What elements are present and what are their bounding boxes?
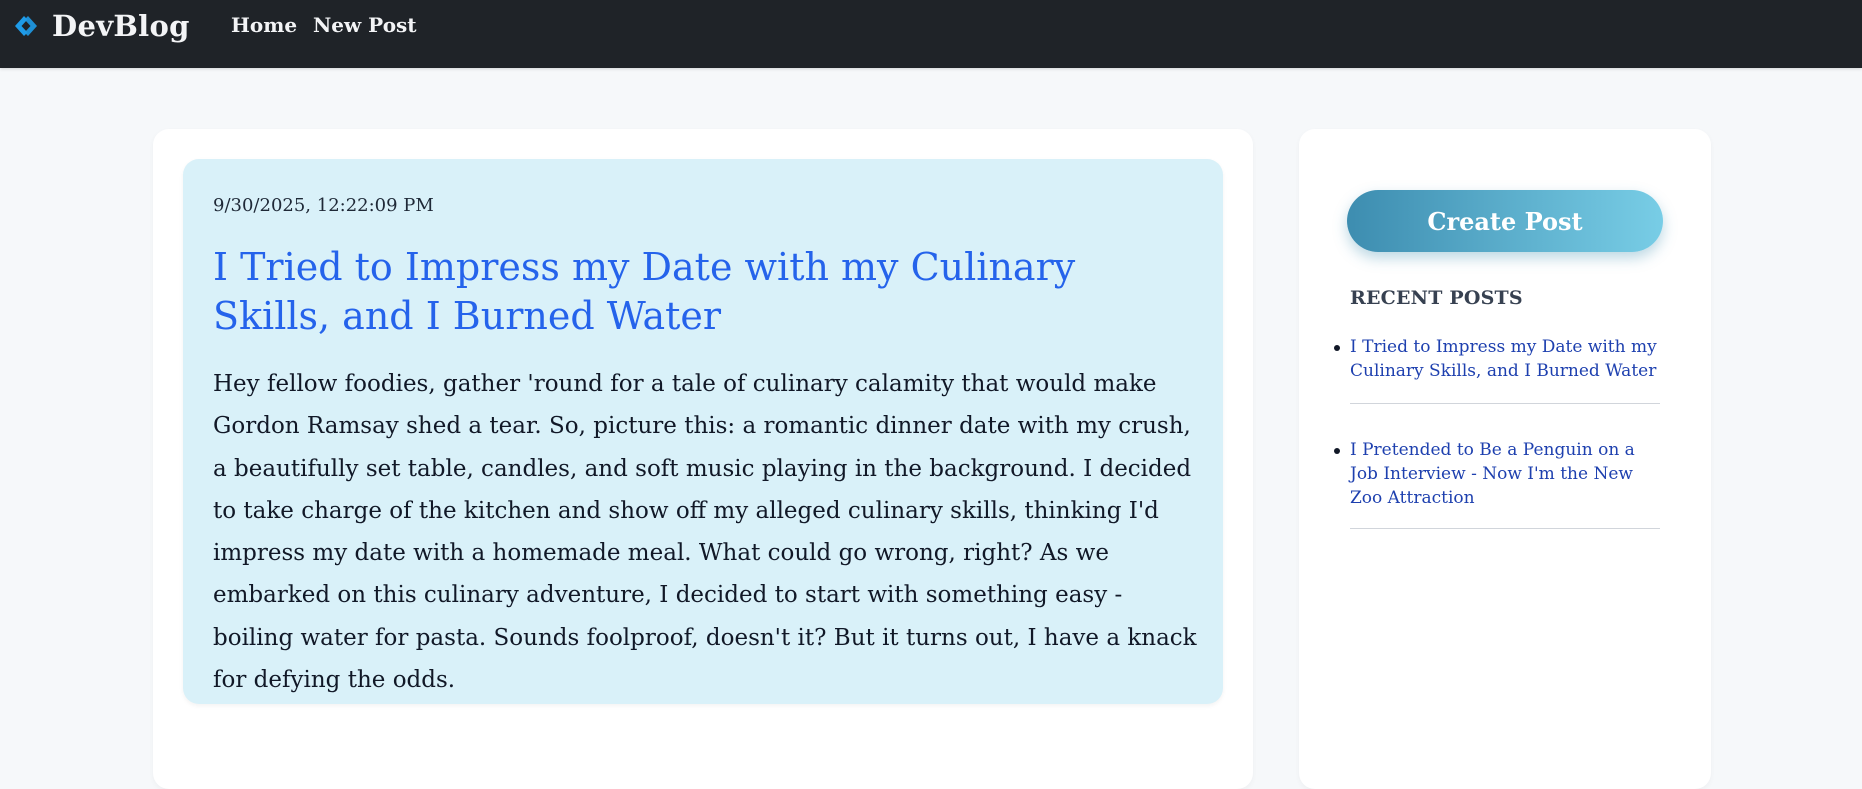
list-item: I Pretended to Be a Penguin on a Job Int… (1334, 438, 1660, 529)
post-title[interactable]: I Tried to Impress my Date with my Culin… (213, 243, 1193, 341)
post-date: 9/30/2025, 12:22:09 PM (213, 195, 434, 216)
recent-posts-list: I Tried to Impress my Date with my Culin… (1334, 335, 1660, 565)
recent-post-link[interactable]: I Pretended to Be a Penguin on a Job Int… (1350, 438, 1660, 510)
brand-name: DevBlog (52, 9, 190, 43)
recent-post-link[interactable]: I Tried to Impress my Date with my Culin… (1350, 335, 1660, 383)
code-chevrons-icon (15, 16, 37, 36)
navbar: DevBlog Home New Post (0, 0, 1862, 68)
recent-posts-heading: RECENT POSTS (1350, 287, 1523, 309)
nav-link-new-post[interactable]: New Post (313, 13, 417, 37)
main-content-card: 9/30/2025, 12:22:09 PM I Tried to Impres… (153, 129, 1253, 789)
nav-link-home[interactable]: Home (231, 13, 297, 37)
post-body: Hey fellow foodies, gather 'round for a … (213, 371, 1197, 694)
create-post-button[interactable]: Create Post (1347, 190, 1663, 252)
sidebar-card: Create Post RECENT POSTS I Tried to Impr… (1299, 129, 1711, 789)
list-item: I Tried to Impress my Date with my Culin… (1334, 335, 1660, 404)
brand-link[interactable]: DevBlog (12, 6, 190, 46)
post-card: 9/30/2025, 12:22:09 PM I Tried to Impres… (183, 159, 1223, 704)
